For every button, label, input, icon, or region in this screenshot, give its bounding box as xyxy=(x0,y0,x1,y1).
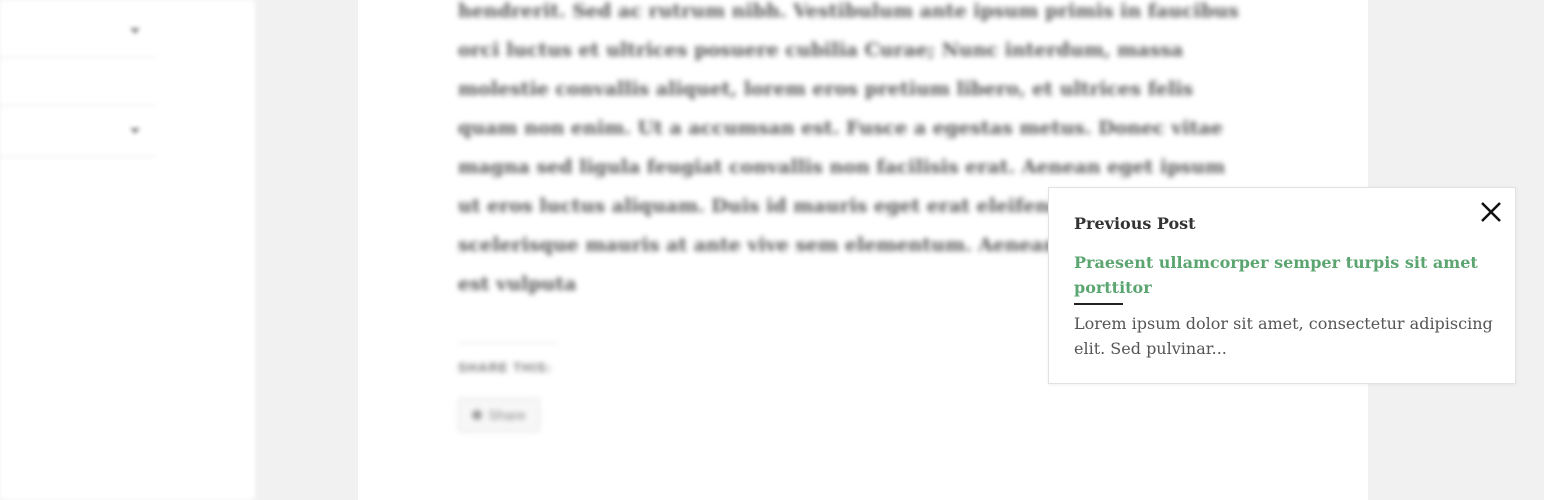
share-button[interactable]: Share xyxy=(458,398,540,432)
popup-divider xyxy=(1074,303,1123,305)
popup-heading: Previous Post xyxy=(1074,214,1196,233)
popup-excerpt: Lorem ipsum dolor sit amet, consectetur … xyxy=(1074,314,1493,358)
chevron-down-icon[interactable] xyxy=(130,28,140,34)
share-label: SHARE THIS: xyxy=(458,360,553,375)
previous-post-popup: Previous Post Praesent ullamcorper sempe… xyxy=(1048,187,1516,384)
share-button-label: Share xyxy=(488,407,526,423)
sidebar-divider xyxy=(0,156,155,157)
share-divider xyxy=(458,342,558,343)
share-icon xyxy=(472,410,483,420)
chevron-down-icon[interactable] xyxy=(130,128,140,134)
sidebar-divider xyxy=(0,105,155,106)
sidebar-divider xyxy=(0,57,155,58)
sidebar xyxy=(0,0,255,500)
close-icon[interactable] xyxy=(1479,200,1503,224)
previous-post-link[interactable]: Praesent ullamcorper semper turpis sit a… xyxy=(1074,250,1484,300)
